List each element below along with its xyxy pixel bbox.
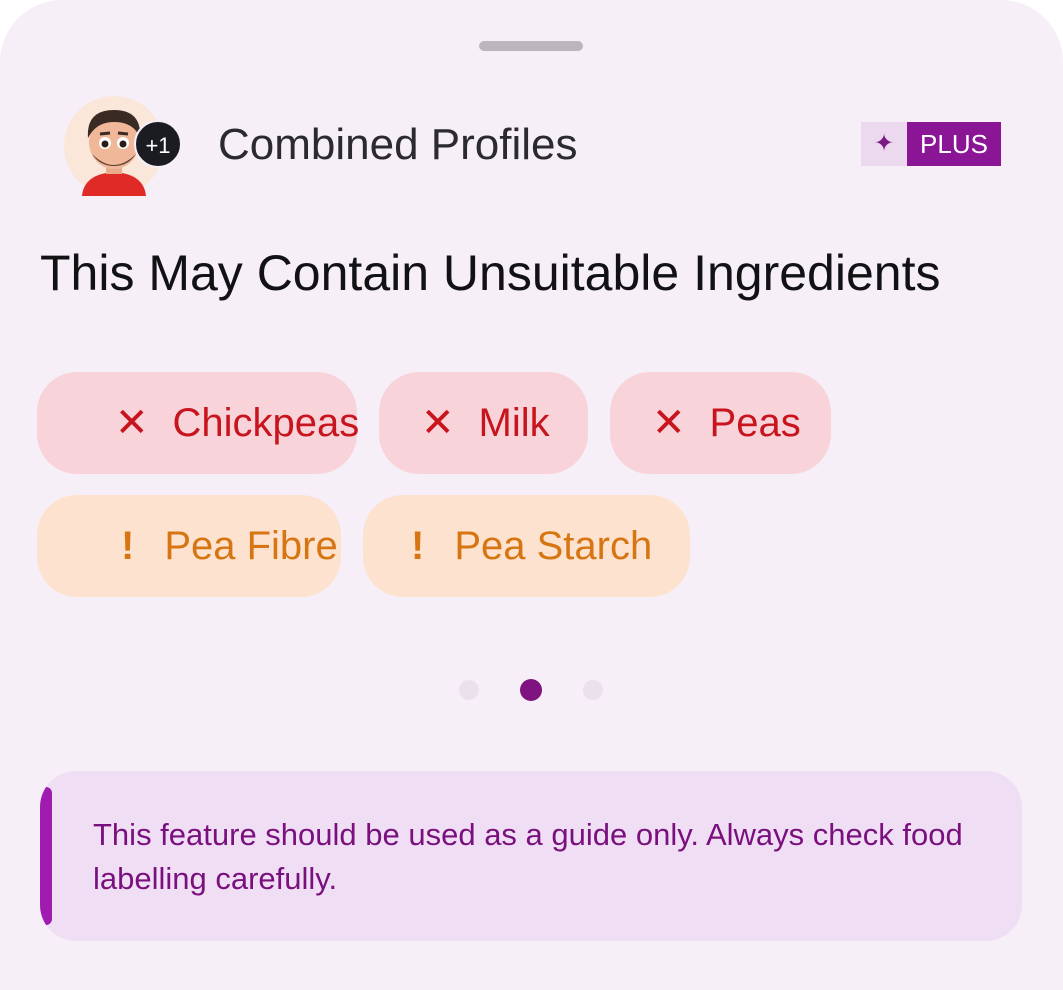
- page-indicator-dot-2-active[interactable]: [520, 679, 542, 701]
- cross-icon: ✕: [115, 401, 149, 445]
- sheet-grabber-handle[interactable]: [479, 41, 583, 51]
- page-title: This May Contain Unsuitable Ingredients: [40, 245, 941, 301]
- plus-badge-label: PLUS: [907, 122, 1001, 166]
- additional-profiles-badge[interactable]: +1: [134, 120, 182, 168]
- disclaimer-text: This feature should be used as a guide o…: [93, 817, 963, 896]
- page-indicator-dot-3[interactable]: [583, 680, 603, 700]
- sparkle-icon: ✦: [861, 122, 907, 166]
- ingredient-chip-label: Milk: [478, 400, 550, 445]
- disclaimer-callout: This feature should be used as a guide o…: [40, 771, 1022, 941]
- callout-accent-bar: [40, 787, 52, 925]
- page-indicator-dot-1[interactable]: [459, 680, 479, 700]
- warning-icon: !: [411, 523, 425, 568]
- ingredient-chip-label: Peas: [709, 400, 801, 445]
- ingredient-chip-pea-fibre[interactable]: ! Pea Fibre: [37, 495, 341, 597]
- profile-title[interactable]: Combined Profiles: [218, 118, 578, 172]
- cross-icon: ✕: [652, 401, 686, 445]
- ingredient-chip-pea-starch[interactable]: ! Pea Starch: [363, 495, 690, 597]
- ingredient-chip-label: Chickpeas: [172, 400, 360, 445]
- ingredient-chip-label: Pea Fibre: [164, 523, 338, 568]
- ingredient-chip-chickpeas[interactable]: ✕ Chickpeas: [37, 372, 360, 474]
- ingredient-chip-peas[interactable]: ✕ Peas: [610, 372, 831, 474]
- ingredient-chip-milk[interactable]: ✕ Milk: [379, 372, 588, 474]
- plus-badge: ✦ PLUS: [861, 122, 1001, 166]
- cross-icon: ✕: [421, 401, 455, 445]
- bottom-sheet: +1 Combined Profiles ✦ PLUS This May Con…: [0, 0, 1063, 990]
- ingredient-chip-label: Pea Starch: [454, 523, 653, 568]
- warning-icon: !: [121, 523, 135, 568]
